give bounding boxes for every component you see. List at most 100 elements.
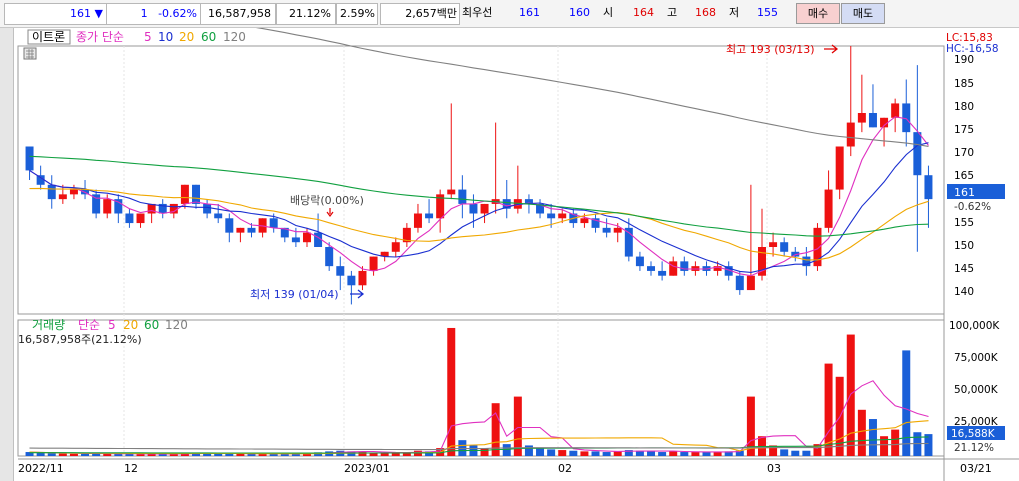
volume-bar bbox=[203, 453, 212, 456]
left-scroll-strip[interactable] bbox=[0, 28, 14, 481]
volume-bar bbox=[857, 409, 866, 456]
candle-body bbox=[558, 213, 567, 219]
date-label: 02 bbox=[558, 462, 572, 475]
candle-body bbox=[214, 213, 223, 219]
candle-body bbox=[192, 184, 201, 204]
candle-body bbox=[225, 218, 234, 233]
low-label: 저 bbox=[729, 6, 740, 19]
candle-body bbox=[480, 203, 489, 214]
candle-body bbox=[180, 184, 189, 204]
volume-bar bbox=[580, 451, 589, 456]
candle-body bbox=[236, 227, 245, 233]
open-price: 164 bbox=[633, 6, 654, 19]
sell-button[interactable]: 매도 bbox=[841, 3, 885, 24]
candle-body bbox=[125, 213, 134, 224]
volume-tick: 25,000K bbox=[954, 416, 999, 428]
price-tick: 150 bbox=[954, 240, 974, 252]
candle-body bbox=[868, 113, 877, 128]
volume-tick: 50,000K bbox=[954, 384, 999, 396]
ma10-label: 10 bbox=[158, 30, 173, 44]
turnover-rate: 2.59% bbox=[336, 3, 378, 25]
volume-bar bbox=[447, 327, 456, 456]
buy-button[interactable]: 매수 bbox=[796, 3, 840, 24]
candle-body bbox=[824, 189, 833, 228]
volume-bar bbox=[536, 448, 545, 456]
volume-value-label: 16,587,958주(21.12%) bbox=[18, 333, 142, 346]
date-label: 12 bbox=[124, 462, 138, 475]
price-tick: 145 bbox=[954, 263, 974, 275]
volume-bar bbox=[691, 452, 700, 456]
price-chart-svg[interactable]: 이트론 종가 단순 5 10 20 60 120 최고 193 (03/13) … bbox=[14, 28, 1019, 481]
candle-body bbox=[580, 218, 589, 224]
date-label: 2022/11 bbox=[18, 462, 64, 475]
volume-tick: 75,000K bbox=[954, 352, 999, 364]
dividend-annotation: 배당락(0.00%) bbox=[290, 194, 364, 207]
volume-bar bbox=[702, 452, 711, 456]
trade-amount: 2,657백만 bbox=[380, 3, 460, 25]
volume-bar bbox=[780, 449, 789, 456]
volume-bar bbox=[802, 450, 811, 456]
candle-body bbox=[602, 227, 611, 233]
current-price-box: 161 ▼ bbox=[4, 3, 108, 25]
high-price: 168 bbox=[695, 6, 716, 19]
candle-body bbox=[658, 270, 667, 276]
candle-body bbox=[203, 203, 212, 214]
candle-body bbox=[447, 189, 456, 195]
price-tick: 155 bbox=[954, 217, 974, 229]
volume-bar bbox=[713, 452, 722, 456]
high-label: 고 bbox=[667, 6, 678, 19]
current-volume-tag-text: 16,588K bbox=[951, 428, 996, 440]
candle-body bbox=[835, 146, 844, 190]
price-tick: 175 bbox=[954, 124, 974, 136]
high-annotation: 최고 193 (03/13) bbox=[726, 43, 815, 56]
vol-ma5-line bbox=[29, 380, 929, 455]
ma5-label: 5 bbox=[144, 30, 152, 44]
candle-body bbox=[136, 213, 145, 224]
volume-bar bbox=[658, 452, 667, 456]
volume-bar bbox=[214, 453, 223, 456]
candle-body bbox=[635, 256, 644, 267]
price-pane-border bbox=[17, 45, 945, 315]
candle-body bbox=[336, 266, 345, 276]
candle-body bbox=[735, 275, 744, 291]
volume-bar bbox=[613, 451, 622, 456]
candle-body bbox=[425, 213, 434, 219]
price-change-box: 1 -0.62% bbox=[106, 3, 202, 25]
ma60-line bbox=[29, 155, 929, 237]
date-label: 2023/01 bbox=[344, 462, 390, 475]
candle-body bbox=[391, 242, 400, 252]
current-pct-label: -0.62% bbox=[954, 201, 991, 213]
volume-bar bbox=[591, 451, 600, 456]
candle-body bbox=[913, 132, 922, 176]
price-tick: 180 bbox=[954, 101, 974, 113]
vol-ma5-label: 5 bbox=[108, 318, 116, 332]
volume-bar bbox=[602, 452, 611, 456]
candle-body bbox=[325, 247, 334, 267]
candle-body bbox=[47, 184, 56, 200]
candle-body bbox=[469, 203, 478, 214]
quote-bar: 161 ▼ 1 -0.62% 16,587,958 21.12% 2.59% 2… bbox=[0, 0, 1019, 28]
candle-body bbox=[302, 232, 311, 243]
vol-ma60-label: 60 bbox=[144, 318, 159, 332]
down-triangle-icon: ▼ bbox=[94, 7, 103, 20]
volume-bar bbox=[891, 429, 900, 456]
volume-bar bbox=[125, 454, 134, 456]
chart-area[interactable]: 이트론 종가 단순 5 10 20 60 120 최고 193 (03/13) … bbox=[14, 28, 1019, 481]
price-tick: 140 bbox=[954, 286, 974, 298]
candle-body bbox=[613, 227, 622, 233]
open-label: 시 bbox=[603, 6, 614, 19]
candle-body bbox=[413, 213, 422, 228]
candle-body bbox=[746, 275, 755, 291]
ma120-label: 120 bbox=[223, 30, 246, 44]
candle-body bbox=[58, 194, 67, 200]
volume-bar bbox=[680, 452, 689, 456]
candle-body bbox=[103, 199, 112, 214]
candle-body bbox=[891, 103, 900, 118]
best-bid: 160 bbox=[569, 6, 590, 19]
volume-bar bbox=[47, 453, 56, 456]
volume-bar bbox=[480, 448, 489, 456]
volume-pane-border bbox=[17, 319, 945, 457]
volume-bar bbox=[791, 450, 800, 456]
volume-bar bbox=[513, 396, 522, 456]
ma20-line bbox=[29, 187, 929, 261]
